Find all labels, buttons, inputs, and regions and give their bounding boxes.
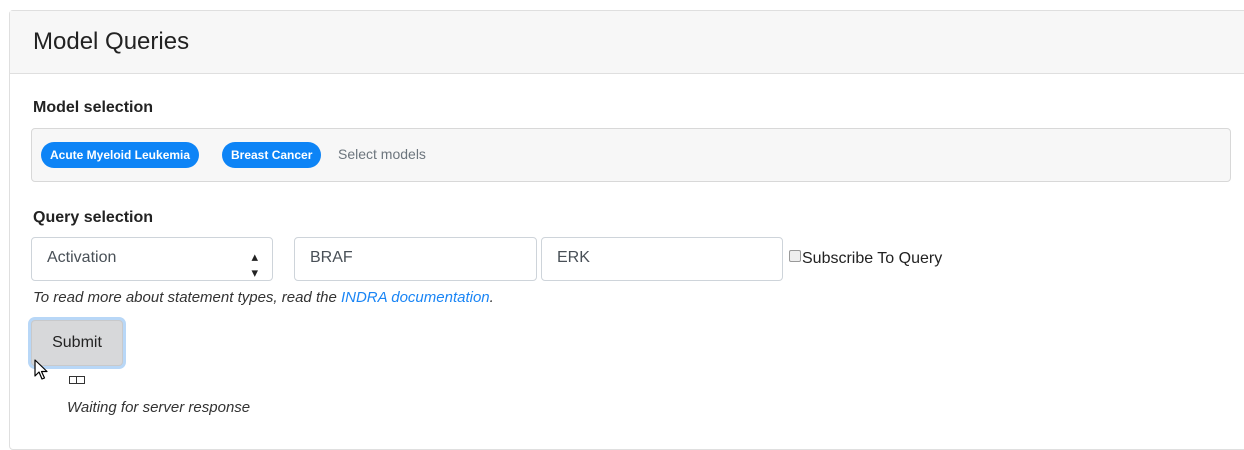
mouse-cursor-icon: [34, 359, 48, 380]
select-arrow-icon: ▴ ▾: [251, 249, 258, 280]
subscribe-label[interactable]: Subscribe To Query: [802, 250, 942, 267]
help-suffix: .: [489, 289, 494, 306]
indra-documentation-link[interactable]: INDRA documentation: [341, 289, 490, 306]
subscribe-checkbox[interactable]: [789, 250, 801, 262]
statement-type-select[interactable]: Activation ▴ ▾: [31, 237, 273, 281]
model-tag-breast-cancer[interactable]: Breast Cancer: [222, 142, 322, 168]
loading-icon: [69, 376, 85, 384]
help-text: To read more about statement types, read…: [33, 289, 341, 306]
model-search-placeholder[interactable]: Select models: [338, 146, 426, 162]
subject-value: BRAF: [310, 249, 353, 266]
card-title: Model Queries: [10, 11, 1244, 74]
statement-types-help: To read more about statement types, read…: [33, 289, 494, 306]
model-tag-aml[interactable]: Acute Myeloid Leukemia: [41, 142, 200, 168]
object-value: ERK: [557, 249, 590, 266]
model-queries-card: Model Queries Model selection Acute Myel…: [9, 10, 1244, 450]
object-input[interactable]: ERK: [541, 237, 783, 281]
statement-type-value: Activation: [47, 249, 117, 266]
model-multiselect[interactable]: Acute Myeloid Leukemia Breast Cancer Sel…: [31, 128, 1231, 182]
query-selection-label: Query selection: [33, 209, 154, 226]
model-selection-label: Model selection: [33, 99, 154, 116]
subscribe-option[interactable]: Subscribe To Query: [789, 250, 942, 268]
subject-input[interactable]: BRAF: [294, 237, 537, 281]
waiting-status: Waiting for server response: [67, 399, 251, 416]
